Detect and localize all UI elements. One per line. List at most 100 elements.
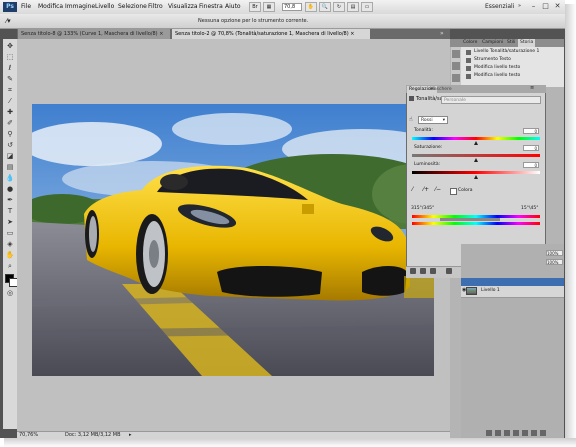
tab-colore[interactable]: Colore (461, 39, 479, 47)
arrange-documents-icon[interactable]: ▤ (347, 2, 359, 12)
adjustment-layer-row[interactable] (461, 278, 564, 286)
lightness-slider-track[interactable] (412, 171, 540, 174)
rotate-view-icon[interactable]: ↻ (333, 2, 345, 12)
eyedropper-plus-icon[interactable]: ⁄+ (423, 186, 429, 193)
lasso-tool-icon[interactable]: ℓ (5, 63, 15, 73)
menu-modifica[interactable]: Modifica (38, 3, 63, 10)
trash-icon[interactable] (540, 430, 546, 436)
range-spectrum-bottom (412, 222, 540, 225)
status-zoom[interactable]: 70,76% (19, 432, 38, 439)
color-panel-icon[interactable] (452, 74, 460, 82)
document-image[interactable] (32, 104, 434, 376)
workspace-switcher[interactable]: Essenziali (485, 3, 514, 10)
move-tool-icon[interactable]: ✥ (5, 41, 15, 51)
eyedropper-minus-icon[interactable]: ⁄− (435, 186, 441, 193)
menu-visualizza[interactable]: Visualizza (168, 3, 198, 10)
range-right-value: 15°\45° (521, 206, 539, 211)
targeted-adjustment-icon[interactable]: ☝ (409, 116, 413, 123)
new-layer-icon[interactable] (531, 430, 537, 436)
hue-slider-thumb[interactable] (474, 141, 478, 145)
saturation-slider-thumb[interactable] (474, 158, 478, 162)
lightness-slider-thumb[interactable] (474, 175, 478, 179)
screen-mode-icon[interactable]: ▭ (361, 2, 373, 12)
new-group-icon[interactable] (522, 430, 528, 436)
history-step[interactable]: Modifica livello testo (474, 72, 520, 80)
clone-stamp-tool-icon[interactable]: ⚲ (5, 129, 15, 139)
link-layers-icon[interactable] (486, 430, 492, 436)
hue-value-field[interactable]: 0 (523, 128, 539, 134)
minibridge-icon[interactable]: ▦ (263, 2, 275, 12)
add-mask-icon[interactable] (504, 430, 510, 436)
new-adjustment-layer-icon[interactable] (513, 430, 519, 436)
zoom-tool-icon[interactable]: 🔍 (319, 2, 331, 12)
status-menu-arrow-icon[interactable]: ▸ (129, 432, 132, 439)
crop-tool-icon[interactable]: ⌗ (5, 85, 15, 95)
gradient-tool-icon[interactable]: ▤ (5, 162, 15, 172)
marquee-tool-icon[interactable]: ⬚ (5, 52, 15, 62)
layer-name[interactable]: Livello 1 (481, 288, 500, 293)
saturation-value-field[interactable]: 0 (523, 145, 539, 151)
tab-maschere[interactable]: Maschere (428, 86, 454, 93)
lightness-value-field[interactable]: 0 (523, 162, 539, 168)
eyedropper-icon[interactable]: ⁄ (412, 186, 413, 193)
path-selection-tool-icon[interactable]: ➤ (5, 217, 15, 227)
hand-tool-icon[interactable]: ✋ (305, 2, 317, 12)
range-left-value: 315°/345° (411, 206, 435, 211)
panel-menu-icon[interactable]: ≡ (530, 85, 534, 91)
tab-document-2[interactable]: Senza titolo-2 @ 70,8% (Tonalità/saturaz… (172, 29, 370, 39)
tab-document-1[interactable]: Senza titolo-8 @ 133% (Curve 1, Maschera… (18, 29, 170, 39)
shape-tool-icon[interactable]: ▭ (5, 228, 15, 238)
history-step[interactable]: Strumento Testo (474, 56, 511, 64)
tool-preset-icon[interactable]: ⁄▾ (6, 16, 22, 26)
range-selector[interactable] (440, 218, 500, 221)
chevron-double-right-icon[interactable]: » (440, 30, 444, 37)
close-icon[interactable]: × (159, 31, 163, 37)
menu-aiuto[interactable]: Aiuto (225, 3, 241, 10)
pen-tool-icon[interactable]: ✒ (5, 195, 15, 205)
3d-rotate-tool-icon[interactable]: ◈ (5, 239, 15, 249)
channel-select[interactable]: Rossi ▾ (418, 116, 448, 124)
bridge-icon[interactable]: Br (249, 2, 261, 12)
quick-selection-tool-icon[interactable]: ✎ (5, 74, 15, 84)
colorize-checkbox[interactable] (450, 188, 457, 195)
close-button[interactable]: ✕ (551, 1, 564, 12)
hue-saturation-icon (409, 96, 414, 101)
tab-stili[interactable]: Stili (505, 39, 517, 47)
menu-filtro[interactable]: Filtro (148, 3, 163, 10)
history-step[interactable]: Livello Tonalità/saturazione 1 (474, 48, 539, 56)
menu-immagine[interactable]: Immagine (65, 3, 95, 10)
opacity-field[interactable]: 100% (546, 250, 563, 256)
eyedropper-tool-icon[interactable]: ⁄ (5, 96, 15, 106)
close-icon[interactable]: × (350, 31, 354, 37)
saturation-slider-track[interactable] (412, 154, 540, 157)
menu-finestra[interactable]: Finestra (199, 3, 223, 10)
tab-storia[interactable]: Storia (518, 39, 536, 47)
dodge-tool-icon[interactable]: ● (5, 184, 15, 194)
menu-file[interactable]: File (21, 3, 31, 10)
zoom-level-field[interactable]: 70,8 (282, 3, 302, 11)
healing-brush-tool-icon[interactable]: ✚ (5, 107, 15, 117)
hue-slider-track[interactable] (412, 137, 540, 140)
hand-tool-icon[interactable]: ✋ (5, 250, 15, 260)
menu-livello[interactable]: Livello (95, 3, 114, 10)
layer-style-icon[interactable] (495, 430, 501, 436)
visibility-eye-icon[interactable] (446, 268, 452, 274)
type-tool-icon[interactable]: T (5, 206, 15, 216)
history-brush-tool-icon[interactable]: ↺ (5, 140, 15, 150)
eraser-tool-icon[interactable]: ◪ (5, 151, 15, 161)
history-panel-icon[interactable] (452, 50, 460, 58)
chevron-double-right-icon[interactable]: » (518, 3, 521, 9)
expand-view-icon[interactable] (420, 268, 426, 274)
blur-tool-icon[interactable]: 💧 (5, 173, 15, 183)
tab-campioni[interactable]: Campioni (480, 39, 505, 47)
brush-tool-icon[interactable]: ✐ (5, 118, 15, 128)
history-step[interactable]: Modifica livello testo (474, 64, 520, 72)
fill-field[interactable]: 100% (546, 259, 563, 265)
preset-select[interactable]: Personale (441, 96, 541, 104)
zoom-tool-icon[interactable]: ⌕ (5, 261, 15, 271)
quick-mask-icon[interactable]: ◎ (5, 288, 15, 298)
clip-to-layer-icon[interactable] (430, 268, 436, 274)
menu-selezione[interactable]: Selezione (118, 3, 147, 10)
back-arrow-icon[interactable] (410, 268, 416, 274)
actions-panel-icon[interactable] (452, 62, 460, 70)
